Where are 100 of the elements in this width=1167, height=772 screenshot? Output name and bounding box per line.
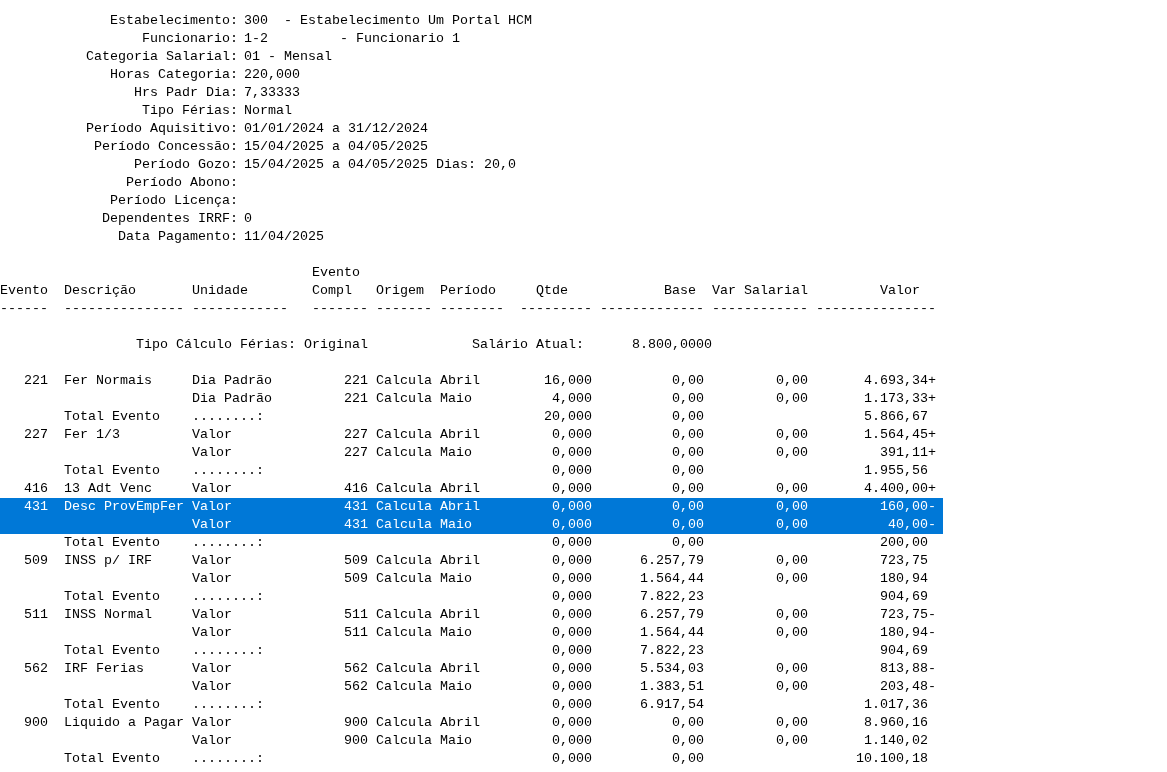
- table-row[interactable]: Total Evento ........: 0,000 7.822,23 904,69: [0, 642, 943, 660]
- amount-text: 8.960,16: [864, 715, 928, 730]
- base-text: 5.534,03: [640, 661, 704, 676]
- base-text: 0,00: [672, 517, 704, 532]
- base-text: 0,00: [672, 733, 704, 748]
- field-label: Horas Categoria:: [109, 66, 238, 84]
- field-value: 01 - Mensal: [244, 48, 332, 66]
- base-text: 0,00: [672, 391, 704, 406]
- table-row[interactable]: Total Evento ........: 0,000 0,00 200,00: [0, 534, 943, 552]
- salary-variation-text: 0,00: [776, 481, 808, 496]
- quantity-text: 0,000: [552, 481, 592, 496]
- table-row[interactable]: 900 Liquido a Pagar Valor 900 Calcula Abril 0,000 0,00 0,00 8.960,16: [0, 714, 943, 732]
- event-compl-text: 431: [344, 499, 368, 514]
- base-text: 0,00: [672, 751, 704, 766]
- unit-text: Valor: [192, 679, 232, 694]
- table-row[interactable]: Total Evento ........: 0,000 0,00 10.100,18: [0, 750, 943, 768]
- base-text: 1.564,44: [640, 625, 704, 640]
- event-code-text: 416: [24, 481, 48, 496]
- unit-text: ........:: [192, 535, 264, 550]
- origin-text: Calcula: [376, 481, 432, 496]
- period-text: Abril: [440, 607, 480, 622]
- description-text: Fer 1/3: [64, 427, 120, 442]
- table-row[interactable]: Valor 900 Calcula Maio 0,000 0,00 0,00 1.140,02: [0, 732, 943, 750]
- salary-variation-text: 0,00: [776, 661, 808, 676]
- event-code-text: 509: [24, 553, 48, 568]
- period-text: Abril: [440, 715, 480, 730]
- amount-text: 904,69: [880, 643, 928, 658]
- table-row[interactable]: Valor 511 Calcula Maio 0,000 1.564,44 0,00 180,94-: [0, 624, 943, 642]
- table-row[interactable]: Valor 227 Calcula Maio 0,000 0,00 0,00 391,11+: [0, 444, 943, 462]
- field-label: Período Gozo:: [133, 156, 238, 174]
- summary-label: Salário Atual:: [472, 336, 585, 354]
- field-value: 01/01/2024 a 31/12/2024: [244, 120, 428, 138]
- description-text: Total Evento: [64, 643, 160, 658]
- period-text: Maio: [440, 445, 472, 460]
- quantity-text: 0,000: [552, 661, 592, 676]
- origin-text: Calcula: [376, 679, 432, 694]
- period-text: Abril: [440, 499, 480, 514]
- table-row[interactable]: Valor 509 Calcula Maio 0,000 1.564,44 0,00 180,94: [0, 570, 943, 588]
- base-text: 0,00: [672, 427, 704, 442]
- salary-variation-text: 0,00: [776, 517, 808, 532]
- quantity-text: 0,000: [552, 679, 592, 694]
- table-row[interactable]: Total Evento ........: 0,000 7.822,23 904,69: [0, 588, 943, 606]
- unit-text: Valor: [192, 517, 232, 532]
- field-label: Categoria Salarial:: [85, 48, 238, 66]
- amount-text: 10.100,18: [856, 751, 928, 766]
- salary-variation-text: 0,00: [776, 625, 808, 640]
- amount-text: 40,00-: [888, 517, 936, 532]
- salary-variation-text: 0,00: [776, 553, 808, 568]
- field-value: 7,33333: [244, 84, 300, 102]
- table-row[interactable]: 509 INSS p/ IRF Valor 509 Calcula Abril 0,000 6.257,79 0,00 723,75: [0, 552, 943, 570]
- table-row[interactable]: 227 Fer 1/3 Valor 227 Calcula Abril 0,000 0,00 0,00 1.564,45+: [0, 426, 943, 444]
- table-row[interactable]: Valor 562 Calcula Maio 0,000 1.383,51 0,00 203,48-: [0, 678, 943, 696]
- amount-text: 813,88-: [880, 661, 936, 676]
- origin-text: Calcula: [376, 427, 432, 442]
- unit-text: Valor: [192, 553, 232, 568]
- header-rule: ------------: [192, 301, 288, 316]
- event-compl-text: 431: [344, 517, 368, 532]
- table-row[interactable]: Total Evento ........: 0,000 0,00 1.955,56: [0, 462, 943, 480]
- table-row[interactable]: 562 IRF Ferias Valor 562 Calcula Abril 0,000 5.534,03 0,00 813,88-: [0, 660, 943, 678]
- description-text: Desc ProvEmpFer: [64, 499, 184, 514]
- quantity-text: 0,000: [552, 571, 592, 586]
- field-value: 300 - Estabelecimento Um Portal HCM: [244, 12, 532, 30]
- salary-variation-text: 0,00: [776, 715, 808, 730]
- field-value: 15/04/2025 a 04/05/2025 Dias: 20,0: [244, 156, 516, 174]
- table-row[interactable]: Valor 431 Calcula Maio 0,000 0,00 0,00 40,00-: [0, 516, 943, 534]
- base-text: 1.383,51: [640, 679, 704, 694]
- base-text: 0,00: [672, 715, 704, 730]
- header-rule: ------: [0, 301, 48, 316]
- amount-text: 1.955,56: [864, 463, 928, 478]
- field-value: 1-2 - Funcionario 1: [244, 30, 460, 48]
- origin-text: Calcula: [376, 517, 432, 532]
- event-code-text: 900: [24, 715, 48, 730]
- origin-text: Calcula: [376, 391, 432, 406]
- amount-text: 1.173,33+: [864, 391, 936, 406]
- header-rule: ------------: [712, 301, 808, 316]
- field-label: Funcionario:: [141, 30, 238, 48]
- field-label: Estabelecimento:: [109, 12, 238, 30]
- unit-text: Valor: [192, 661, 232, 676]
- table-row[interactable]: 416 13 Adt Venc Valor 416 Calcula Abril 0,000 0,00 0,00 4.400,00+: [0, 480, 943, 498]
- amount-text: 180,94: [880, 571, 928, 586]
- event-compl-text: 511: [344, 625, 368, 640]
- table-row[interactable]: Dia Padrão 221 Calcula Maio 4,000 0,00 0,00 1.173,33+: [0, 390, 943, 408]
- table-row[interactable]: Total Evento ........: 0,000 6.917,54 1.017,36: [0, 696, 943, 714]
- amount-text: 4.693,34+: [864, 373, 936, 388]
- description-text: Liquido a Pagar: [64, 715, 184, 730]
- table-row[interactable]: Total Evento ........: 20,000 0,00 5.866,67: [0, 408, 943, 426]
- amount-text: 723,75-: [880, 607, 936, 622]
- unit-text: Valor: [192, 625, 232, 640]
- event-code-text: 221: [24, 373, 48, 388]
- period-text: Maio: [440, 571, 472, 586]
- table-row[interactable]: 221 Fer Normais Dia Padrão 221 Calcula Abril 16,000 0,00 0,00 4.693,34+: [0, 372, 943, 390]
- base-text: 1.564,44: [640, 571, 704, 586]
- unit-text: Valor: [192, 715, 232, 730]
- salary-variation-text: 0,00: [776, 373, 808, 388]
- base-text: 6.917,54: [640, 697, 704, 712]
- column-header: Evento: [0, 283, 48, 298]
- table-row[interactable]: 511 INSS Normal Valor 511 Calcula Abril 0,000 6.257,79 0,00 723,75-: [0, 606, 943, 624]
- quantity-text: 0,000: [552, 607, 592, 622]
- table-row[interactable]: 431 Desc ProvEmpFer Valor 431 Calcula Abril 0,000 0,00 0,00 160,00-: [0, 498, 943, 516]
- field-value: 220,000: [244, 66, 300, 84]
